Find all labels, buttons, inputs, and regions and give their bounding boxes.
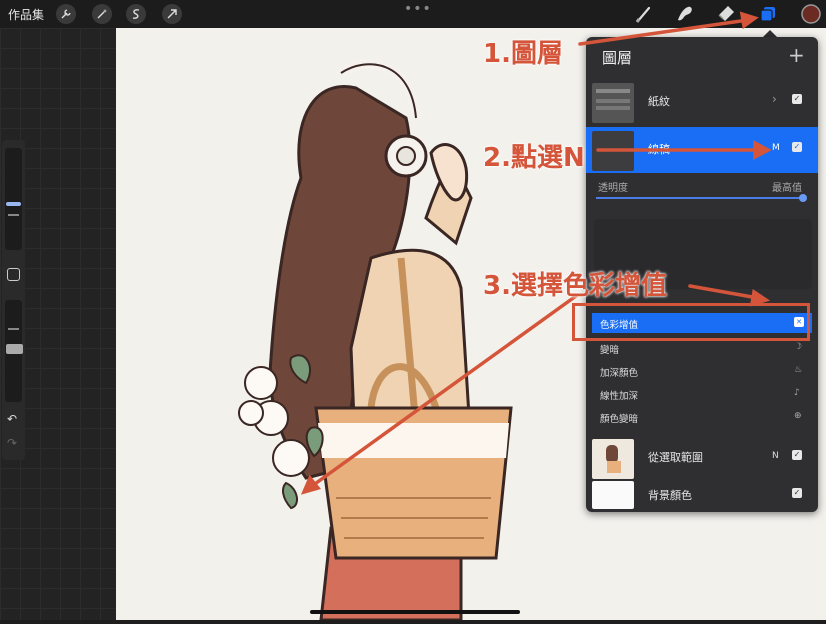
highlight-box (572, 303, 810, 341)
annotation-step1: 1.圖層 (483, 39, 563, 69)
annotation-step3: 3.選擇色彩增值 (483, 271, 667, 301)
annotation-step2: 2.點選N (483, 143, 585, 173)
